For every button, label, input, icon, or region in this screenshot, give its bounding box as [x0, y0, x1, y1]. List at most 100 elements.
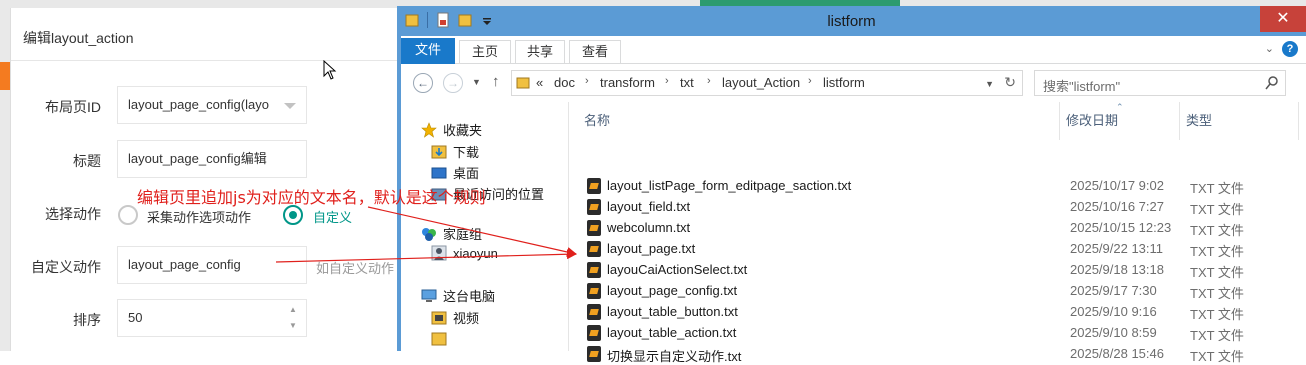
- nav-desktop[interactable]: 桌面: [431, 163, 479, 182]
- desktop-icon: [431, 167, 447, 178]
- file-name: layout_table_action.txt: [607, 325, 737, 340]
- nav-homegroup[interactable]: 家庭组: [421, 224, 482, 243]
- column-divider[interactable]: [1179, 102, 1180, 140]
- radio-collect-action[interactable]: [118, 205, 138, 225]
- quick-access-toolbar: [405, 12, 494, 28]
- sublime-text-file-icon: [587, 283, 601, 299]
- refresh-icon[interactable]: ↻: [1004, 74, 1016, 91]
- column-divider[interactable]: [1059, 102, 1060, 140]
- nav-this-pc-label: 这台电脑: [443, 289, 496, 304]
- stepper-up-icon[interactable]: ▲: [286, 306, 300, 314]
- file-date: 2025/8/28 15:46: [1070, 346, 1164, 361]
- nav-videos-label: 视频: [453, 311, 480, 326]
- nav-user[interactable]: xiaoyun: [431, 245, 498, 261]
- file-name: layout_listPage_form_editpage_saction.tx…: [607, 178, 852, 193]
- sort-value: 50: [128, 310, 143, 325]
- explorer-window: listform ✕ 文件 主页 共享 查看 ⌄ ? ← → ▼ ↑ « doc…: [397, 6, 1306, 364]
- file-row[interactable]: layout_page_config.txt 2025/9/17 7:30 TXT …: [570, 281, 1306, 302]
- custom-action-input[interactable]: layout_page_config: [117, 246, 307, 284]
- breadcrumb-layout-action[interactable]: layout_Action: [722, 75, 800, 90]
- file-date: 2025/10/16 7:27: [1070, 199, 1164, 214]
- nav-user-label: xiaoyun: [453, 245, 498, 261]
- toolbar-divider: [427, 12, 428, 28]
- properties-icon[interactable]: [436, 12, 450, 28]
- file-row[interactable]: layout_field.txt 2025/10/16 7:27 TXT 文件: [570, 197, 1306, 218]
- address-bar[interactable]: « doc › transform › txt › layout_Action …: [511, 70, 1023, 96]
- column-header-name[interactable]: 名称: [584, 110, 610, 129]
- layout-page-id-select[interactable]: layout_page_config(layo: [117, 86, 307, 124]
- nav-this-pc[interactable]: 这台电脑: [421, 286, 495, 305]
- expand-ribbon-chevron-icon[interactable]: ⌄: [1265, 42, 1274, 55]
- file-row[interactable]: 切换显示自定义动作.txt 2025/8/28 15:46 TXT 文件: [570, 344, 1306, 365]
- column-header-type[interactable]: 类型: [1186, 110, 1212, 129]
- file-row[interactable]: layout_listPage_form_editpage_saction.tx…: [570, 176, 1306, 197]
- search-box[interactable]: 搜索"listform": [1034, 70, 1286, 96]
- computer-icon: [421, 289, 437, 302]
- file-row[interactable]: layouCaiActionSelect.txt 2025/9/18 13:18 T…: [570, 260, 1306, 281]
- up-arrow-icon[interactable]: ↑: [492, 73, 500, 90]
- field-label-action-choice: 选择动作: [45, 206, 101, 222]
- sort-indicator-icon: ⌃: [1116, 102, 1124, 112]
- breadcrumb-chevron-icon[interactable]: ›: [808, 75, 812, 87]
- help-icon[interactable]: ?: [1282, 41, 1298, 57]
- column-divider[interactable]: [1298, 102, 1299, 140]
- explorer-titlebar[interactable]: listform ✕: [397, 6, 1306, 36]
- breadcrumb-listform[interactable]: listform: [823, 75, 865, 90]
- file-date: 2025/10/17 9:02: [1070, 178, 1164, 193]
- tab-view[interactable]: 查看: [569, 40, 621, 64]
- edit-dialog: 编辑layout_action 布局页ID layout_page_config…: [10, 8, 411, 351]
- file-row[interactable]: layout_table_button.txt 2025/9/10 9:16 TXT…: [570, 302, 1306, 323]
- close-icon[interactable]: ✕: [1260, 6, 1306, 32]
- address-history-chevron-icon[interactable]: ▼: [985, 79, 994, 89]
- radio-custom[interactable]: [283, 205, 303, 225]
- nav-favorites[interactable]: 收藏夹: [421, 120, 482, 139]
- user-avatar-icon: [431, 245, 447, 261]
- nav-downloads[interactable]: 下载: [431, 142, 479, 161]
- column-header-date[interactable]: 修改日期: [1066, 110, 1118, 129]
- file-date: 2025/9/17 7:30: [1070, 283, 1157, 298]
- tab-file[interactable]: 文件: [401, 38, 455, 64]
- window-title: listform: [827, 13, 876, 30]
- breadcrumb-chevron-icon[interactable]: ›: [585, 75, 589, 87]
- file-list: 名称 修改日期 ⌃ 类型 layout_listPage_form_editpa…: [570, 102, 1306, 364]
- sublime-text-file-icon: [587, 241, 601, 257]
- background-left-column: [0, 0, 10, 351]
- tab-share[interactable]: 共享: [515, 40, 565, 64]
- radio-selected-dot: [289, 211, 297, 219]
- recent-locations-chevron-icon[interactable]: ▼: [472, 77, 481, 87]
- navigation-pane: 收藏夹 下载 桌面 最近访问的位置 家庭组 xiaoyun 这台电脑 视频: [401, 102, 569, 351]
- back-arrow-icon[interactable]: ←: [413, 73, 433, 93]
- homegroup-icon: [422, 227, 436, 241]
- breadcrumb-doc[interactable]: doc: [554, 75, 575, 90]
- downloads-folder-icon: [431, 145, 447, 158]
- customize-toolbar-icon[interactable]: [480, 12, 494, 28]
- file-type: TXT 文件: [1190, 181, 1244, 196]
- file-row[interactable]: webcolumn.txt 2025/10/15 12:23 TXT 文件: [570, 218, 1306, 239]
- radio-custom-label[interactable]: 自定义: [313, 207, 352, 226]
- breadcrumb-chevron-icon[interactable]: ›: [665, 75, 669, 87]
- tab-home[interactable]: 主页: [459, 40, 511, 64]
- folder-icon[interactable]: [405, 12, 419, 28]
- file-row[interactable]: layout_table_action.txt 2025/9/10 8:59 TXT…: [570, 323, 1306, 344]
- file-name: layout_page_config.txt: [607, 283, 738, 298]
- search-icon[interactable]: [1265, 75, 1279, 91]
- title-input[interactable]: layout_page_config编辑: [117, 140, 307, 178]
- file-date: 2025/9/18 13:18: [1070, 262, 1164, 277]
- file-type: TXT 文件: [1190, 286, 1244, 301]
- sort-stepper[interactable]: 50 ▲ ▼: [117, 299, 307, 337]
- nav-recent[interactable]: 最近访问的位置: [431, 184, 544, 203]
- nav-videos[interactable]: 视频: [431, 308, 479, 327]
- radio-collect-action-label[interactable]: 采集动作选项动作: [147, 207, 251, 226]
- stepper-down-icon[interactable]: ▼: [286, 322, 300, 330]
- new-folder-icon[interactable]: [458, 12, 472, 28]
- file-row[interactable]: layout_page.txt 2025/9/22 13:11 TXT 文件: [570, 239, 1306, 260]
- chevron-down-icon: [284, 103, 296, 109]
- breadcrumb-overflow[interactable]: «: [536, 75, 543, 90]
- forward-arrow-icon[interactable]: →: [443, 73, 463, 93]
- nav-favorites-label: 收藏夹: [443, 123, 483, 138]
- breadcrumb-chevron-icon[interactable]: ›: [707, 75, 711, 87]
- background-orange-marker: [0, 62, 10, 90]
- breadcrumb-txt[interactable]: txt: [680, 75, 694, 90]
- nav-next-item-partial[interactable]: [431, 331, 447, 347]
- breadcrumb-transform[interactable]: transform: [600, 75, 655, 90]
